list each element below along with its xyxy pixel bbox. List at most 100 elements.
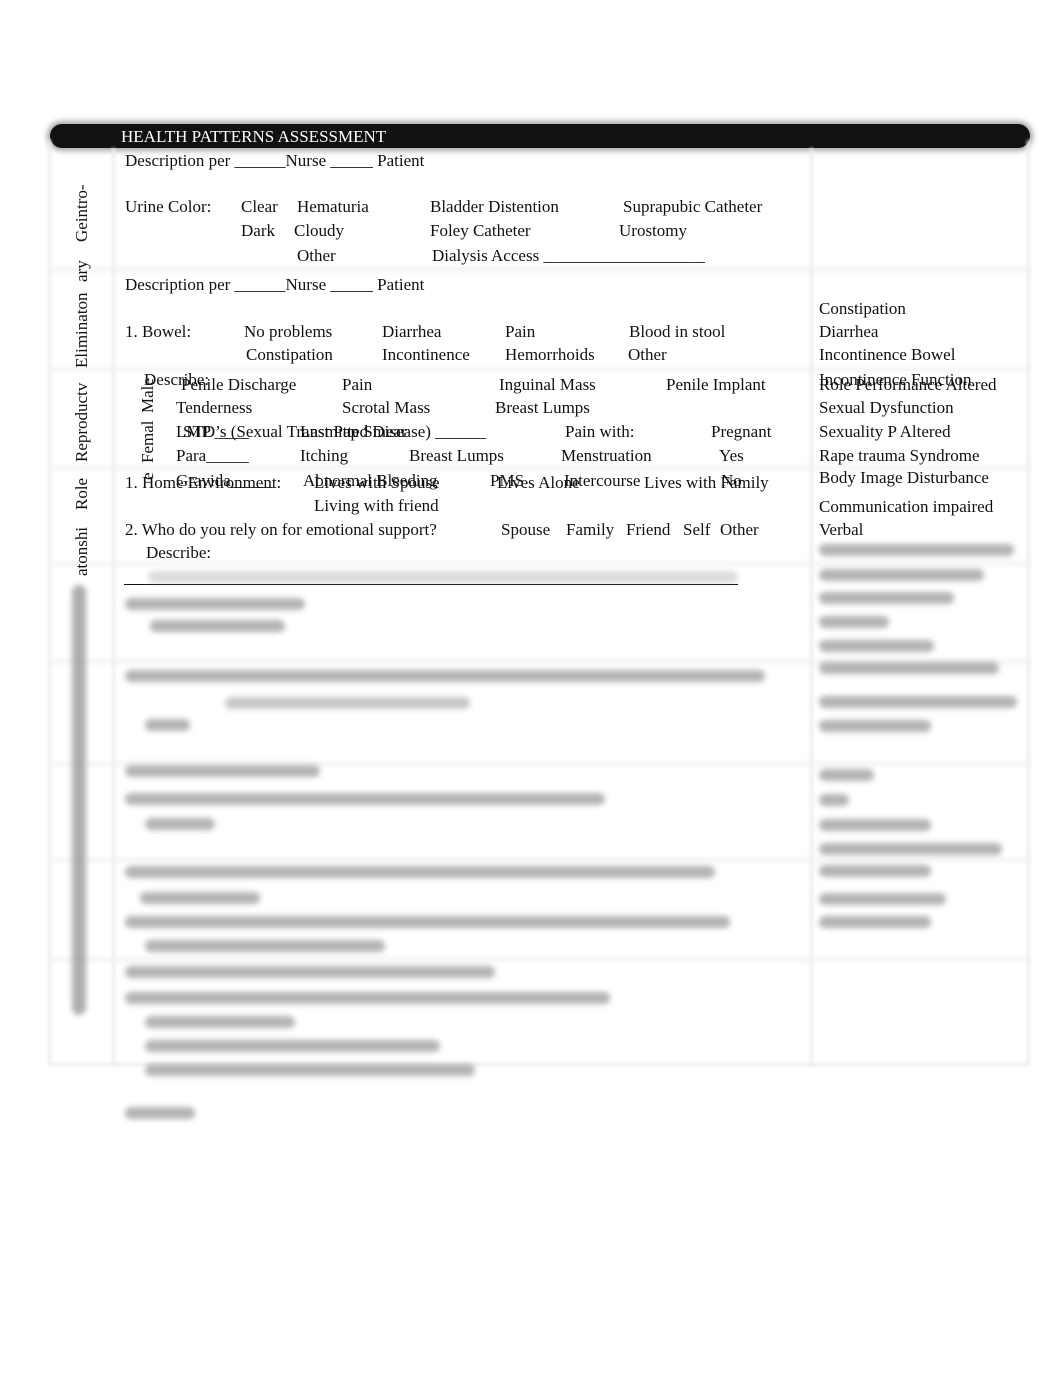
home-option-lives-with-spouse[interactable]: Lives with Spouse <box>314 473 440 493</box>
blurred-diagnosis <box>819 865 931 877</box>
blurred-line <box>145 940 385 952</box>
blurred-side-label <box>72 585 86 1015</box>
diagnosis-communication-impaired[interactable]: Communication impaired <box>819 497 993 517</box>
blurred-line <box>145 1016 295 1028</box>
side-label-femal: Femal <box>138 420 157 464</box>
blurred-line <box>125 916 730 928</box>
side-label-reproductv: Reproductv <box>72 382 91 462</box>
urine-option-cloudy[interactable]: Cloudy <box>294 221 344 241</box>
pain-with-label: Pain with: <box>565 422 635 441</box>
side-label-role: Role <box>72 477 91 510</box>
blurred-line <box>125 992 610 1004</box>
support-option-other[interactable]: Other <box>720 520 759 540</box>
male-option-pain[interactable]: Pain <box>342 375 372 395</box>
last-pap-smear-label: Last Pap Smear <box>300 422 407 441</box>
blurred-diagnosis <box>819 640 934 652</box>
bowel-option-pain[interactable]: Pain <box>505 322 535 342</box>
diagnosis-sexuality-patterns-altered[interactable]: Sexuality P Altered <box>819 422 951 442</box>
home-option-living-with-friend[interactable]: Living with friend <box>314 496 439 516</box>
support-option-family[interactable]: Family <box>566 520 614 540</box>
diagnosis-body-image-disturbance[interactable]: Body Image Disturbance <box>819 468 989 488</box>
blurred-diagnosis <box>819 843 1002 855</box>
support-option-self[interactable]: Self <box>683 520 710 540</box>
row-divider <box>50 858 1030 861</box>
diagnosis-rape-trauma-syndrome[interactable]: Rape trauma Syndrome <box>819 446 980 466</box>
female-option-itching[interactable]: Itching <box>300 446 348 466</box>
blurred-line <box>145 1064 475 1076</box>
bowel-option-hemorrhoids[interactable]: Hemorrhoids <box>505 345 595 365</box>
male-option-penile-implant[interactable]: Penile Implant <box>666 375 766 395</box>
row-divider <box>50 958 1030 961</box>
male-option-breast-lumps[interactable]: Breast Lumps <box>495 398 590 418</box>
support-option-friend[interactable]: Friend <box>626 520 670 540</box>
blurred-diagnosis <box>819 769 874 781</box>
lmp-field[interactable]: LMP ____ <box>176 422 249 442</box>
support-question: 2. Who do you rely on for emotional supp… <box>125 520 437 539</box>
blurred-line <box>140 892 260 904</box>
blurred-line <box>145 719 190 731</box>
pregnant-yes[interactable]: Yes <box>719 446 744 466</box>
column-divider-right <box>810 148 813 1066</box>
blurred-diagnosis <box>819 569 984 581</box>
urine-option-foley-catheter[interactable]: Foley Catheter <box>430 221 531 241</box>
urine-option-clear[interactable]: Clear <box>241 197 278 217</box>
male-option-scrotal-mass[interactable]: Scrotal Mass <box>342 398 430 418</box>
urine-option-suprapubic-catheter[interactable]: Suprapubic Catheter <box>623 197 762 217</box>
bowel-option-no-problems[interactable]: No problems <box>244 322 332 342</box>
bowel-option-diarrhea[interactable]: Diarrhea <box>382 322 441 342</box>
male-option-inguinal-mass[interactable]: Inguinal Mass <box>499 375 596 395</box>
blurred-diagnosis <box>819 616 889 628</box>
bowel-option-blood-in-stool[interactable]: Blood in stool <box>629 322 725 342</box>
urine-color-label: Urine Color: <box>125 197 212 216</box>
column-divider-left <box>112 148 115 1066</box>
male-option-tenderness[interactable]: Tenderness <box>176 398 252 418</box>
option-pregnant[interactable]: Pregnant <box>711 422 771 442</box>
support-option-spouse[interactable]: Spouse <box>501 520 550 540</box>
row-divider <box>50 268 1030 271</box>
home-option-lives-alone[interactable]: Lives Alone <box>497 473 580 493</box>
urine-option-dark[interactable]: Dark <box>241 221 275 241</box>
blurred-line <box>125 866 715 878</box>
bowel-option-constipation[interactable]: Constipation <box>246 345 333 365</box>
blurred-diagnosis <box>819 696 1017 708</box>
bowel-description-per: Description per ______Nurse _____ Patien… <box>125 275 425 294</box>
home-option-lives-with-family[interactable]: Lives with Family <box>644 473 769 493</box>
pain-with-menstruation[interactable]: Menstruation <box>561 446 652 466</box>
urine-option-urostomy[interactable]: Urostomy <box>619 221 687 241</box>
describe-answer-line[interactable] <box>124 584 738 585</box>
urine-option-other[interactable]: Other <box>297 246 336 266</box>
side-label-geintro: Geintro- <box>72 184 91 242</box>
urine-option-hematuria[interactable]: Hematuria <box>297 197 369 217</box>
diagnosis-sexual-dysfunction[interactable]: Sexual Dysfunction <box>819 398 954 418</box>
blurred-diagnosis <box>819 720 931 732</box>
blurred-line <box>125 966 495 978</box>
urine-option-dialysis-access[interactable]: Dialysis Access ___________________ <box>432 246 705 266</box>
side-label-ary: ary <box>72 260 91 282</box>
blurred-line <box>225 697 470 709</box>
diagnosis-incontinence-bowel[interactable]: Incontinence Bowel <box>819 345 955 365</box>
female-option-breast-lumps[interactable]: Breast Lumps <box>409 446 504 466</box>
urine-option-bladder-distention[interactable]: Bladder Distention <box>430 197 559 217</box>
blurred-line <box>125 670 765 682</box>
blurred-diagnosis <box>819 819 931 831</box>
blurred-line <box>150 620 285 632</box>
blurred-diagnosis <box>819 893 946 905</box>
diagnosis-role-performance-altered[interactable]: Role Performance Altered <box>819 375 997 395</box>
home-environment-label: 1. Home Environment: <box>125 473 282 492</box>
side-label-atonshi: atonshi <box>72 526 91 576</box>
para-field[interactable]: Para_____ <box>176 446 249 466</box>
diagnosis-diarrhea[interactable]: Diarrhea <box>819 322 878 342</box>
blurred-line <box>125 793 605 805</box>
support-describe-label: Describe: <box>146 543 212 562</box>
bowel-option-other[interactable]: Other <box>628 345 667 365</box>
diagnosis-verbal[interactable]: Verbal <box>819 520 863 540</box>
blurred-line <box>148 571 738 583</box>
bowel-option-incontinence[interactable]: Incontinence <box>382 345 470 365</box>
blurred-diagnosis <box>819 794 849 806</box>
blurred-line <box>125 765 320 777</box>
blurred-diagnosis <box>819 592 954 604</box>
male-option-penile-discharge[interactable]: Penile Discharge <box>181 375 296 395</box>
diagnosis-constipation[interactable]: Constipation <box>819 299 906 319</box>
blurred-line <box>145 818 215 830</box>
bowel-label: 1. Bowel: <box>125 322 192 341</box>
